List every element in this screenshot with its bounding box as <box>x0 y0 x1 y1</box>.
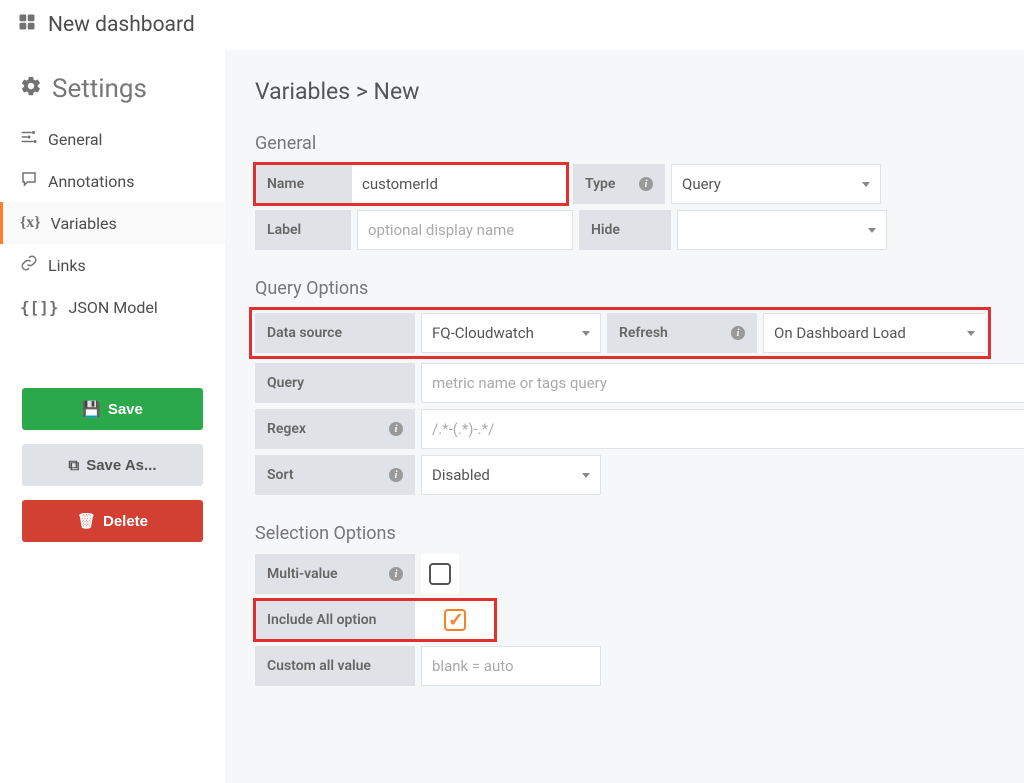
json-icon: {[]} <box>20 298 59 317</box>
sidebar-item-jsonmodel[interactable]: {[]} JSON Model <box>0 286 225 328</box>
sidebar-title: Settings <box>0 74 225 118</box>
save-icon: 💾 <box>82 400 101 418</box>
trash-icon: 🗑 <box>77 512 96 530</box>
info-icon[interactable]: i <box>389 468 403 482</box>
section-selection-title: Selection Options <box>255 523 1024 544</box>
label-label: Label <box>255 210 351 250</box>
apps-icon <box>18 13 36 37</box>
query-label: Query <box>255 363 415 403</box>
sidebar-item-links[interactable]: Links <box>0 244 225 286</box>
refresh-select[interactable]: On Dashboard Load <box>763 313 985 353</box>
sort-label: Sort i <box>255 455 415 495</box>
info-icon[interactable]: i <box>731 326 745 340</box>
save-as-button[interactable]: ⧉ Save As... <box>22 444 203 486</box>
sidebar-item-label: Links <box>48 256 86 275</box>
label-input[interactable]: optional display name <box>357 210 573 250</box>
name-label: Name <box>255 164 351 204</box>
includeall-checkbox[interactable] <box>415 600 495 640</box>
customall-input[interactable]: blank = auto <box>421 646 601 686</box>
multivalue-label: Multi-value i <box>255 554 415 594</box>
info-icon[interactable]: i <box>389 422 403 436</box>
comment-icon <box>20 170 38 192</box>
chevron-down-icon <box>582 473 590 478</box>
settings-sidebar: Settings General Annotations {x} Variabl… <box>0 50 225 783</box>
section-general-title: General <box>255 133 1024 154</box>
section-query-title: Query Options <box>255 278 1024 299</box>
sidebar-item-label: Annotations <box>48 172 135 191</box>
page-breadcrumb: New dashboard <box>48 13 195 37</box>
chevron-down-icon <box>582 331 590 336</box>
datasource-select[interactable]: FQ-Cloudwatch <box>421 313 601 353</box>
name-input[interactable]: customerId <box>351 164 567 204</box>
type-label: Type i <box>573 164 665 204</box>
chevron-down-icon <box>868 228 876 233</box>
sidebar-item-label: Variables <box>51 214 117 233</box>
sidebar-item-annotations[interactable]: Annotations <box>0 160 225 202</box>
topbar: New dashboard <box>0 0 1024 50</box>
info-icon[interactable]: i <box>389 567 403 581</box>
sliders-icon <box>20 128 38 150</box>
sidebar-item-general[interactable]: General <box>0 118 225 160</box>
refresh-label: Refresh i <box>607 313 757 353</box>
delete-button[interactable]: 🗑 Delete <box>22 500 203 542</box>
info-icon[interactable]: i <box>639 177 653 191</box>
includeall-label: Include All option <box>255 600 415 640</box>
sort-select[interactable]: Disabled <box>421 455 601 495</box>
type-select[interactable]: Query <box>671 164 881 204</box>
save-button[interactable]: 💾 Save <box>22 388 203 430</box>
regex-input[interactable]: /.*-(.*)-.*/ <box>421 409 1024 449</box>
customall-label: Custom all value <box>255 646 415 686</box>
link-icon <box>20 254 38 276</box>
copy-icon: ⧉ <box>68 457 79 474</box>
sidebar-item-label: JSON Model <box>69 298 158 317</box>
page-title: Variables > New <box>255 78 1024 105</box>
content-area: Variables > New General Name customerId … <box>225 50 1024 783</box>
datasource-label: Data source <box>255 313 415 353</box>
query-input[interactable]: metric name or tags query <box>421 363 1024 403</box>
hide-select[interactable] <box>677 210 887 250</box>
chevron-down-icon <box>967 331 975 336</box>
sidebar-item-label: General <box>48 130 102 149</box>
chevron-down-icon <box>862 182 870 187</box>
hide-label: Hide <box>579 210 671 250</box>
sidebar-item-variables[interactable]: {x} Variables <box>0 202 225 244</box>
multivalue-checkbox[interactable] <box>421 554 459 594</box>
gear-icon <box>20 74 42 104</box>
regex-label: Regex i <box>255 409 415 449</box>
variable-icon: {x} <box>20 214 41 232</box>
